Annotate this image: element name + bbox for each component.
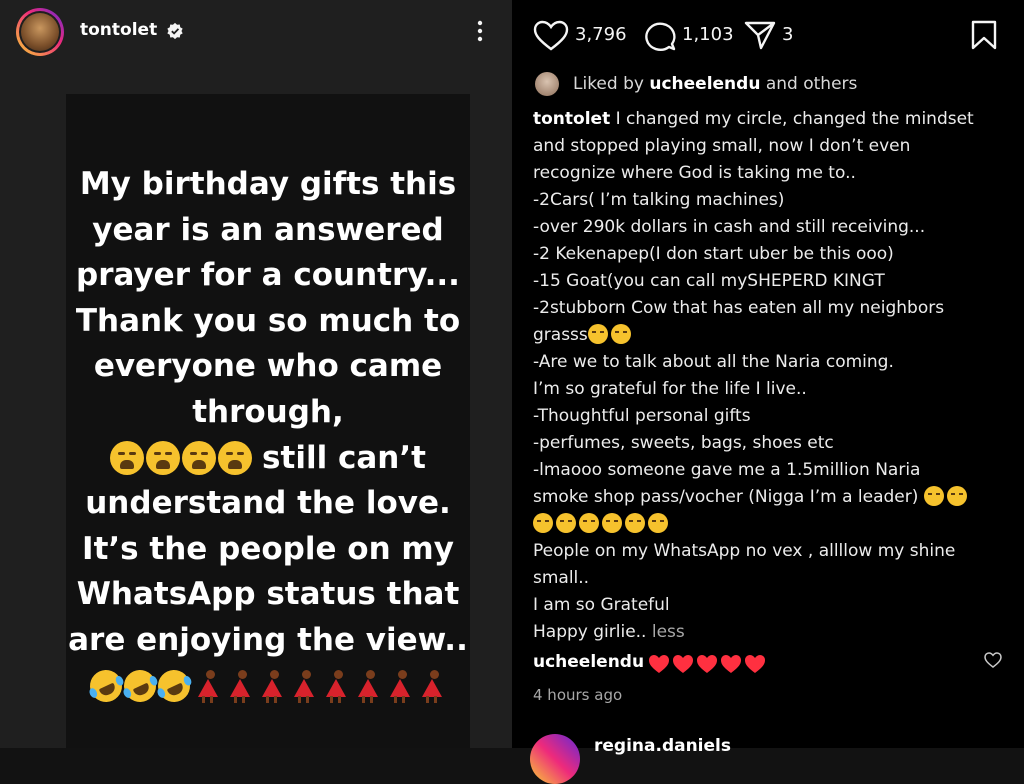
weary-face-icon [946, 486, 967, 506]
story-text: My birthday gifts this year is an answer… [66, 162, 470, 709]
caption-line: -2stubborn Cow that has eaten all my nei… [533, 298, 945, 318]
liked-by-text: Liked by ucheelendu and others [573, 74, 857, 94]
next-comment-avatar[interactable] [530, 734, 580, 784]
dancer-icon [288, 669, 318, 704]
story-line: My birthday gifts this [79, 166, 457, 202]
post-username[interactable]: tontolet [80, 20, 157, 40]
next-comment-username[interactable]: regina.daniels [594, 736, 731, 756]
caption-line: -Are we to talk about all the Naria comi… [533, 352, 894, 372]
profile-avatar[interactable] [16, 8, 64, 56]
dancer-icon [416, 669, 446, 704]
post-caption: tontolet I changed my circle, changed th… [533, 106, 1013, 646]
caption-line: People on my WhatsApp no vex , allllow m… [533, 541, 956, 561]
red-heart-icon [696, 654, 718, 674]
weary-face-icon [587, 324, 608, 344]
less-link[interactable]: less [652, 622, 685, 642]
caption-line: grasss [533, 325, 588, 345]
caption-line: -perfumes, sweets, bags, shoes etc [533, 433, 834, 453]
verified-badge-icon [167, 22, 183, 40]
comment-icon[interactable] [643, 20, 677, 52]
story-line: year is an answered [92, 211, 444, 248]
dancer-icon [384, 669, 414, 704]
caption-line-grass: grasss [533, 322, 1013, 349]
weary-face-icon [610, 324, 631, 344]
caption-line: -2Cars( I’m talking machines) [533, 190, 785, 210]
comment-username[interactable]: ucheelendu [533, 652, 644, 672]
story-emoji-row [66, 664, 470, 710]
rofl-face-icon [118, 665, 162, 708]
rofl-face-icon [923, 486, 944, 506]
story-panel: tontolet My birthday gifts this year is … [0, 0, 512, 748]
likes-count[interactable]: 3,796 [575, 24, 627, 45]
caption-line-leader: smoke shop pass/vocher (Nigga I’m a lead… [533, 484, 1013, 511]
rofl-face-icon [152, 665, 196, 708]
red-heart-icon [720, 654, 742, 674]
dancer-icon [224, 669, 254, 704]
dancer-icon [256, 669, 286, 704]
story-line: still can’t [262, 439, 426, 476]
story-line: everyone who came [93, 348, 443, 385]
red-heart-icon [672, 654, 694, 674]
comment-timestamp: 4 hours ago [533, 686, 623, 704]
caption-emoji-line [533, 511, 1013, 538]
caption-line: -15 Goat(you can call mySHEPERD KINGT [533, 271, 885, 291]
caption-line: Happy girlie.. [533, 622, 647, 642]
more-options-icon[interactable] [468, 16, 492, 46]
caption-line: small.. [533, 568, 590, 588]
liked-suffix[interactable]: and others [766, 74, 858, 94]
dancer-icon [320, 669, 350, 704]
story-line: WhatsApp status that [76, 576, 460, 613]
caption-line: smoke shop pass/vocher (Nigga I’m a lead… [533, 487, 919, 507]
rofl-face-icon [602, 513, 622, 533]
rofl-face-icon [648, 513, 668, 533]
story-line: It’s the people on my [82, 530, 454, 567]
comment-hearts [648, 654, 766, 674]
liked-prefix: Liked by [573, 74, 644, 94]
heart-icon[interactable] [533, 20, 569, 52]
weary-face-icon [218, 441, 253, 476]
caption-line: -Thoughtful personal gifts [533, 406, 751, 426]
story-line: understand the love. [85, 485, 451, 522]
story-line-emoji: still can’t [66, 436, 470, 482]
story-line: prayer for a country... [76, 257, 460, 294]
weary-face-icon [110, 441, 145, 476]
caption-line: -2 Kekenapep(I don start uber be this oo… [533, 244, 894, 264]
bookmark-icon[interactable] [970, 20, 998, 50]
comment-like-icon[interactable] [984, 652, 1002, 668]
caption-line: recognize where God is taking me to.. [533, 163, 856, 183]
comments-count[interactable]: 1,103 [682, 24, 734, 45]
weary-face-icon [579, 513, 599, 533]
caption-line: I’m so grateful for the life I live.. [533, 379, 807, 399]
rofl-face-icon [84, 665, 128, 708]
red-heart-icon [744, 654, 766, 674]
weary-face-icon [182, 441, 217, 476]
caption-line: -over 290k dollars in cash and still rec… [533, 217, 926, 237]
weary-face-icon [146, 441, 181, 476]
share-icon[interactable] [744, 20, 776, 50]
liked-by-user[interactable]: ucheelendu [649, 74, 760, 94]
weary-face-icon [556, 513, 576, 533]
caption-line: I changed my circle, changed the mindset [615, 109, 974, 129]
red-heart-icon [648, 654, 670, 674]
liked-by-avatar[interactable] [535, 72, 559, 96]
dancer-icon [352, 669, 382, 704]
caption-user[interactable]: tontolet [533, 109, 610, 129]
dancer-icon [192, 669, 222, 704]
story-image: My birthday gifts this year is an answer… [66, 94, 470, 748]
caption-line: and stopped playing small, now I don’t e… [533, 136, 911, 156]
story-line: Thank you so much to [75, 302, 461, 339]
shares-count[interactable]: 3 [782, 24, 793, 45]
weary-face-icon [625, 513, 645, 533]
story-line: are enjoying the view.. [68, 621, 468, 658]
caption-line: -lmaooo someone gave me a 1.5million Nar… [533, 460, 921, 480]
caption-line: I am so Grateful [533, 595, 670, 615]
weary-face-icon [533, 513, 553, 533]
story-line: through, [192, 393, 344, 430]
